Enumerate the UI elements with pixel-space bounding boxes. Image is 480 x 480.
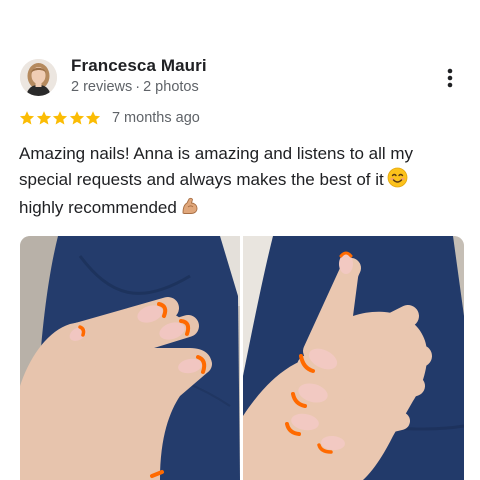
meta-separator: · [135, 79, 141, 95]
smiling-face-emoji-icon [387, 167, 408, 196]
review-text: Amazing nails! Anna is amazing and liste… [19, 141, 449, 224]
avatar-photo [20, 59, 57, 96]
review-text-line-3-text: highly recommended [19, 198, 177, 217]
star-icon [53, 111, 68, 125]
star-icon [36, 111, 51, 125]
review-text-line-2-text: special requests and always makes the be… [19, 169, 384, 189]
nails-photo-1 [20, 236, 240, 480]
star-icon [86, 111, 101, 125]
review-photo-2[interactable] [243, 236, 464, 480]
author-name[interactable]: Francesca Mauri [71, 56, 207, 76]
review-text-line-3: highly recommended [19, 195, 449, 224]
nails-photo-2 [243, 236, 464, 480]
star-icon [69, 111, 84, 125]
review-text-line-1: Amazing nails! Anna is amazing and liste… [19, 144, 414, 163]
photos-count: 2 photos [143, 79, 199, 95]
review-photo-1[interactable] [20, 236, 240, 480]
reviews-count: 2 reviews [71, 79, 133, 95]
star-rating [19, 110, 102, 126]
star-icon [19, 111, 35, 125]
review-time: 7 months ago [111, 110, 200, 126]
author-meta: 2 reviews · 2 photos [71, 79, 199, 95]
flexed-biceps-emoji-icon [180, 196, 200, 224]
avatar[interactable] [20, 59, 57, 96]
review-text-line-2: special requests and always makes the be… [19, 167, 449, 196]
more-options-button[interactable] [436, 64, 464, 92]
rating-row: 7 months ago [19, 108, 200, 128]
more-vertical-icon [447, 68, 453, 88]
